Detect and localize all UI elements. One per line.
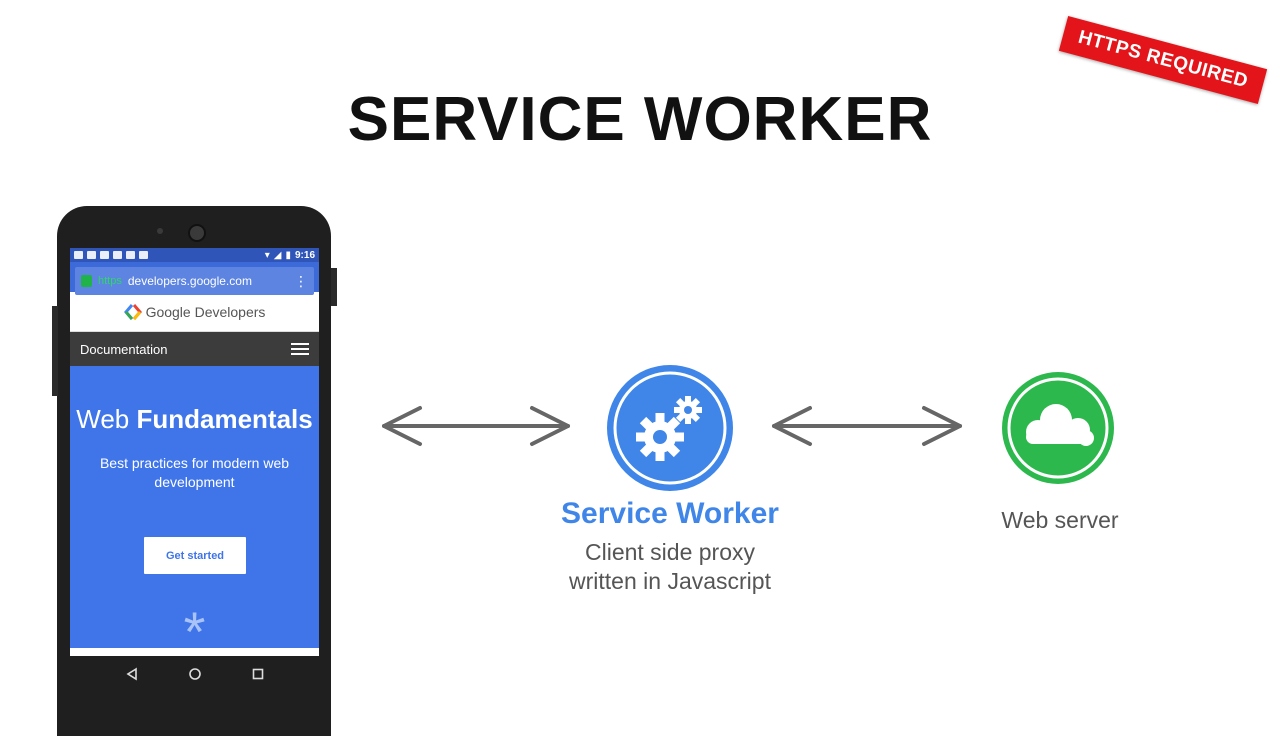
gears-icon (607, 365, 733, 491)
diagram-graphics (382, 365, 1114, 491)
double-arrow-right (772, 406, 962, 446)
double-arrow-left (382, 406, 570, 446)
service-worker-description: Client side proxy written in Javascript (569, 539, 771, 594)
web-server-label: Web server (1001, 507, 1119, 533)
cloud-icon (1002, 372, 1114, 484)
service-worker-label: Service Worker (561, 497, 779, 530)
